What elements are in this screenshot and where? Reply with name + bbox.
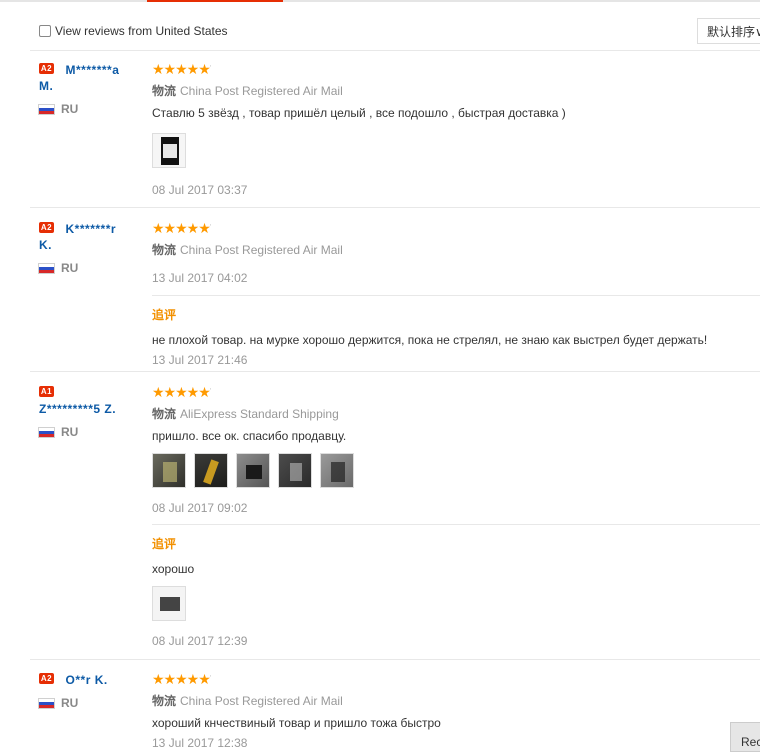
followup-date: 08 Jul 2017 12:39 <box>152 634 248 648</box>
shipping-method: China Post Registered Air Mail <box>180 243 343 257</box>
russia-flag-icon <box>39 105 54 115</box>
reviewer-name[interactable]: O**r K. <box>66 673 108 687</box>
review-photo-thumbnail[interactable] <box>278 453 312 488</box>
review-content: ★★★★★' 物流 China Post Registered Air Mail … <box>152 62 760 197</box>
followup-text: не плохой товар. на мурке хорошо держитс… <box>152 333 708 347</box>
review-divider <box>30 371 760 372</box>
star-icons: ★★★★★ <box>152 220 211 236</box>
buyer-level-badge: A2 <box>39 673 54 684</box>
review-photo-thumbnail[interactable] <box>320 453 354 488</box>
review-photos <box>152 453 760 488</box>
shipping-method: AliExpress Standard Shipping <box>180 407 339 421</box>
russia-flag-icon <box>39 428 54 438</box>
reviewer-name[interactable]: K*******r <box>66 222 117 236</box>
followup-photo-thumbnail[interactable] <box>152 586 186 621</box>
review-photo-thumbnail[interactable] <box>194 453 228 488</box>
followup-label: 追评 <box>152 308 177 322</box>
active-tab-indicator <box>147 0 283 2</box>
logistics-row: 物流 China Post Registered Air Mail <box>152 82 760 99</box>
russia-flag-icon <box>39 264 54 274</box>
reviewer-name[interactable]: M*******a <box>66 63 120 77</box>
logistics-label: 物流 <box>152 694 177 708</box>
reviewer-info: A2 K*******r K. RU <box>39 221 144 275</box>
reviewer-name-suffix[interactable]: K. <box>39 238 52 252</box>
review-photo-thumbnail[interactable] <box>152 453 186 488</box>
review-photo-thumbnail[interactable] <box>236 453 270 488</box>
review-content: ★★★★★' 物流 China Post Registered Air Mail … <box>152 672 760 750</box>
star-icons: ★★★★★ <box>152 671 211 687</box>
reviewer-info: A2 M*******a M. RU <box>39 62 144 116</box>
review-date: 08 Jul 2017 09:02 <box>152 501 248 515</box>
logistics-label: 物流 <box>152 243 177 257</box>
review-photo-thumbnail[interactable] <box>152 133 186 168</box>
review-date: 13 Jul 2017 12:38 <box>152 736 248 750</box>
logistics-label: 物流 <box>152 84 177 98</box>
logistics-row: 物流 China Post Registered Air Mail <box>152 241 760 258</box>
review-text: хороший кнчествиный товар и пришло тожа … <box>152 716 441 730</box>
buyer-level-badge: A2 <box>39 222 54 233</box>
russia-flag-icon <box>39 699 54 709</box>
logistics-label: 物流 <box>152 407 177 421</box>
shipping-method: China Post Registered Air Mail <box>180 694 343 708</box>
followup-photos <box>152 586 760 621</box>
rating-stars: ★★★★★' <box>152 61 211 77</box>
star-icons: ★★★★★ <box>152 384 211 400</box>
review-content: ★★★★★' 物流 China Post Registered Air Mail … <box>152 221 760 367</box>
review-photos <box>152 133 760 168</box>
reviewer-country: RU <box>61 696 79 710</box>
us-reviews-checkbox[interactable] <box>39 25 51 37</box>
review-text: Ставлю 5 звёзд , товар пришёл целый , вс… <box>152 106 566 120</box>
followup-divider <box>152 524 760 525</box>
review-content: ★★★★★' 物流 AliExpress Standard Shipping пр… <box>152 385 760 648</box>
buyer-level-badge: A2 <box>39 63 54 74</box>
followup-label: 追评 <box>152 537 177 551</box>
side-floating-button[interactable]: Rec <box>730 722 760 752</box>
reviewer-info: A1 Z*********5 Z. RU <box>39 385 144 439</box>
buyer-level-badge: A1 <box>39 386 54 397</box>
star-icons: ★★★★★ <box>152 61 211 77</box>
review-date: 08 Jul 2017 03:37 <box>152 183 248 197</box>
followup-date: 13 Jul 2017 21:46 <box>152 353 248 367</box>
followup-divider <box>152 295 760 296</box>
review-divider <box>30 207 760 208</box>
sort-dropdown[interactable]: 默认排序∨ <box>697 18 760 44</box>
shipping-method: China Post Registered Air Mail <box>180 84 343 98</box>
followup-text: хорошо <box>152 562 195 576</box>
us-reviews-checkbox-label[interactable]: View reviews from United States <box>55 24 228 38</box>
rating-stars: ★★★★★' <box>152 220 211 236</box>
review-divider <box>30 659 760 660</box>
logistics-row: 物流 China Post Registered Air Mail <box>152 692 760 709</box>
reviewer-country: RU <box>61 261 79 275</box>
reviewer-country: RU <box>61 102 79 116</box>
review-text: пришло. все ок. спасибо продавцу. <box>152 429 347 443</box>
rating-stars: ★★★★★' <box>152 384 211 400</box>
review-date: 13 Jul 2017 04:02 <box>152 271 248 285</box>
reviewer-name[interactable]: Z*********5 Z. <box>39 402 116 416</box>
logistics-row: 物流 AliExpress Standard Shipping <box>152 405 760 422</box>
reviewer-info: A2 O**r K. RU <box>39 672 144 710</box>
filter-bar: View reviews from United States 默认排序∨ <box>30 14 760 51</box>
rating-stars: ★★★★★' <box>152 671 211 687</box>
top-tab-underline <box>0 0 760 2</box>
reviewer-country: RU <box>61 425 79 439</box>
reviewer-name-suffix[interactable]: M. <box>39 79 53 93</box>
